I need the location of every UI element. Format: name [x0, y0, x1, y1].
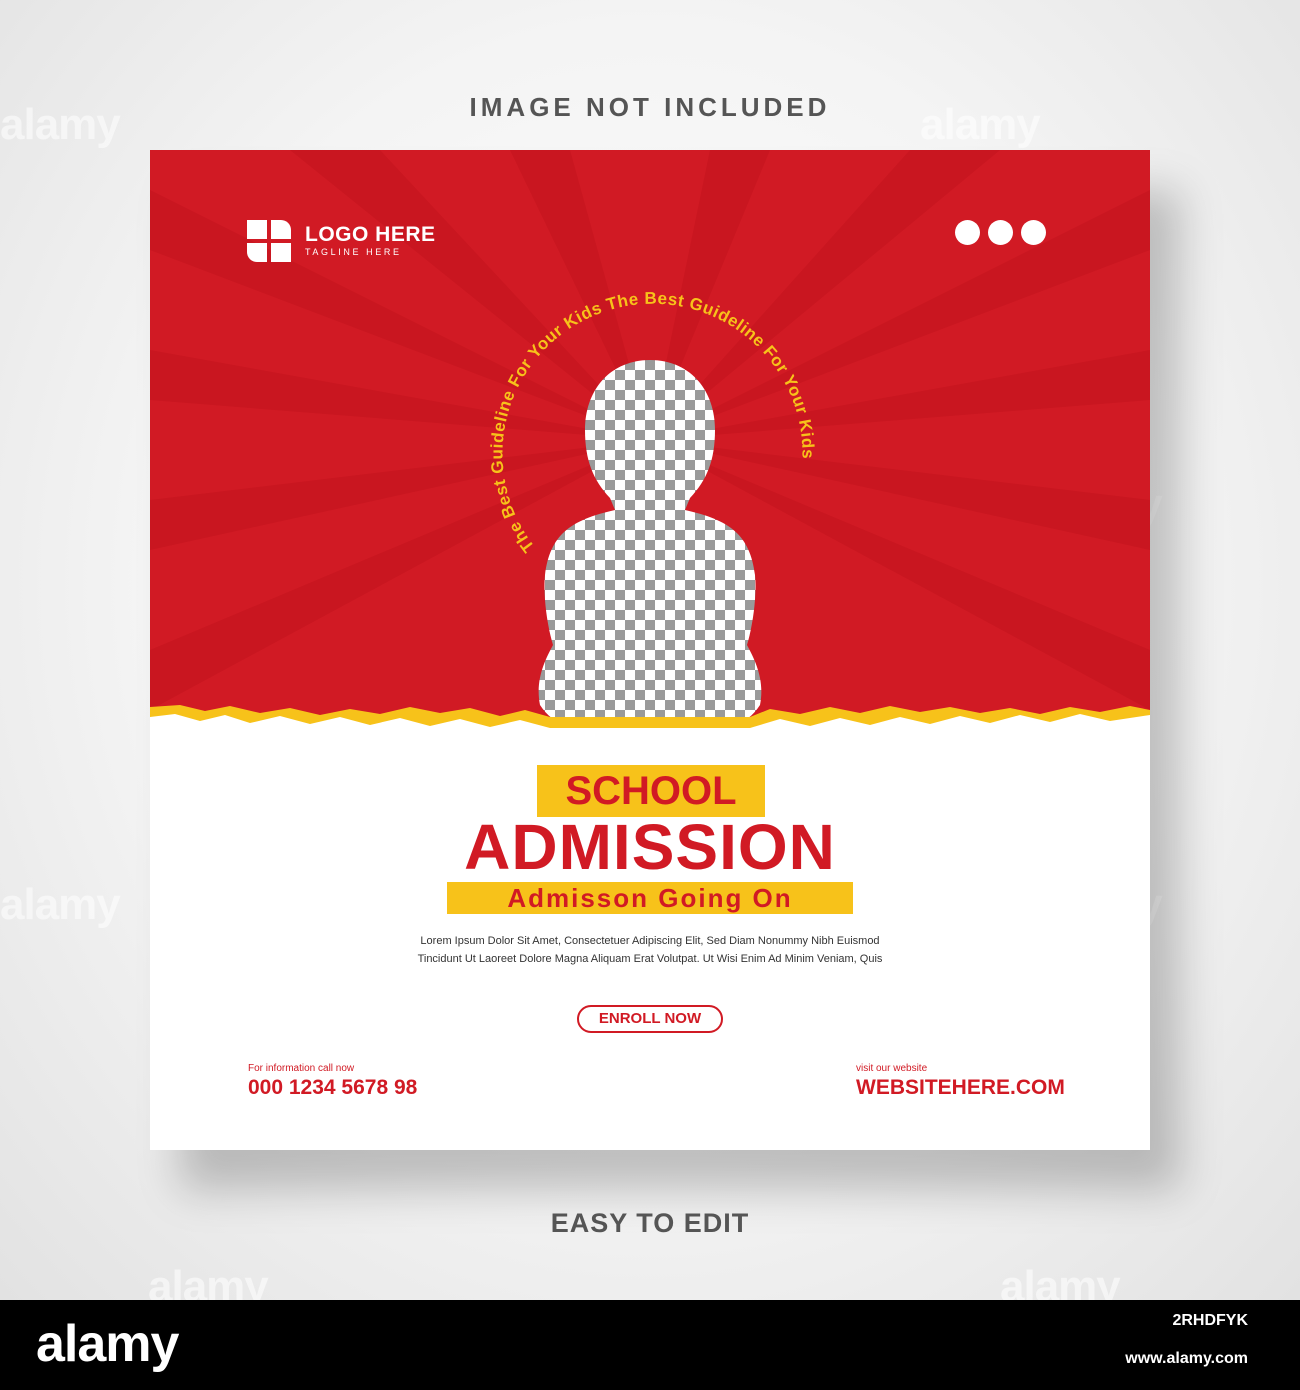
torn-paper-edge — [150, 705, 1150, 755]
stock-footer-bar: alamy 2RHDFYK www.alamy.com — [0, 1300, 1300, 1390]
logo-text: LOGO HERE TAGLINE HERE — [305, 224, 436, 258]
body-text-line-1: Lorem Ipsum Dolor Sit Amet, Consectetuer… — [420, 935, 880, 947]
body-text: Lorem Ipsum Dolor Sit Amet, Consectetuer… — [150, 932, 1150, 968]
dot — [988, 220, 1013, 245]
contact-website-label: visit our website — [856, 1063, 928, 1074]
dot — [1021, 220, 1046, 245]
easy-to-edit-caption: EASY TO EDIT — [550, 1208, 750, 1238]
logo-tagline: TAGLINE HERE — [305, 247, 402, 257]
watermark: alamy — [0, 880, 121, 929]
alamy-logo[interactable]: alamy — [36, 1314, 179, 1374]
logo-mark-icon — [247, 220, 291, 262]
contact-website: visit our website WEBSITEHERE.COM — [856, 1062, 1065, 1101]
contact-phone-label: For information call now — [248, 1063, 355, 1074]
body-text-line-2: Tincidunt Ut Laoreet Dolore Magna Aliqua… — [417, 953, 883, 965]
stock-url[interactable]: www.alamy.com — [1125, 1350, 1248, 1368]
contact-phone: For information call now 000 1234 5678 9… — [248, 1062, 417, 1101]
contact-phone-number[interactable]: 000 1234 5678 98 — [248, 1075, 417, 1101]
headline-admission: ADMISSION — [464, 811, 836, 883]
social-post-card: LOGO HERE TAGLINE HERE The Best Guidelin… — [150, 150, 1150, 1150]
enroll-now-button[interactable]: ENROLL NOW — [577, 1005, 723, 1033]
contact-website-url[interactable]: WEBSITEHERE.COM — [856, 1075, 1065, 1101]
subheadline-badge: Admisson Going On — [447, 882, 853, 914]
dot — [955, 220, 980, 245]
logo-title: LOGO HERE — [305, 223, 436, 246]
more-dots-icon[interactable] — [955, 220, 1046, 245]
image-not-included-caption: IMAGE NOT INCLUDED — [469, 92, 831, 122]
brand-logo[interactable]: LOGO HERE TAGLINE HERE — [247, 220, 436, 262]
person-silhouette-icon — [538, 360, 762, 722]
image-id: 2RHDFYK — [1172, 1312, 1248, 1329]
